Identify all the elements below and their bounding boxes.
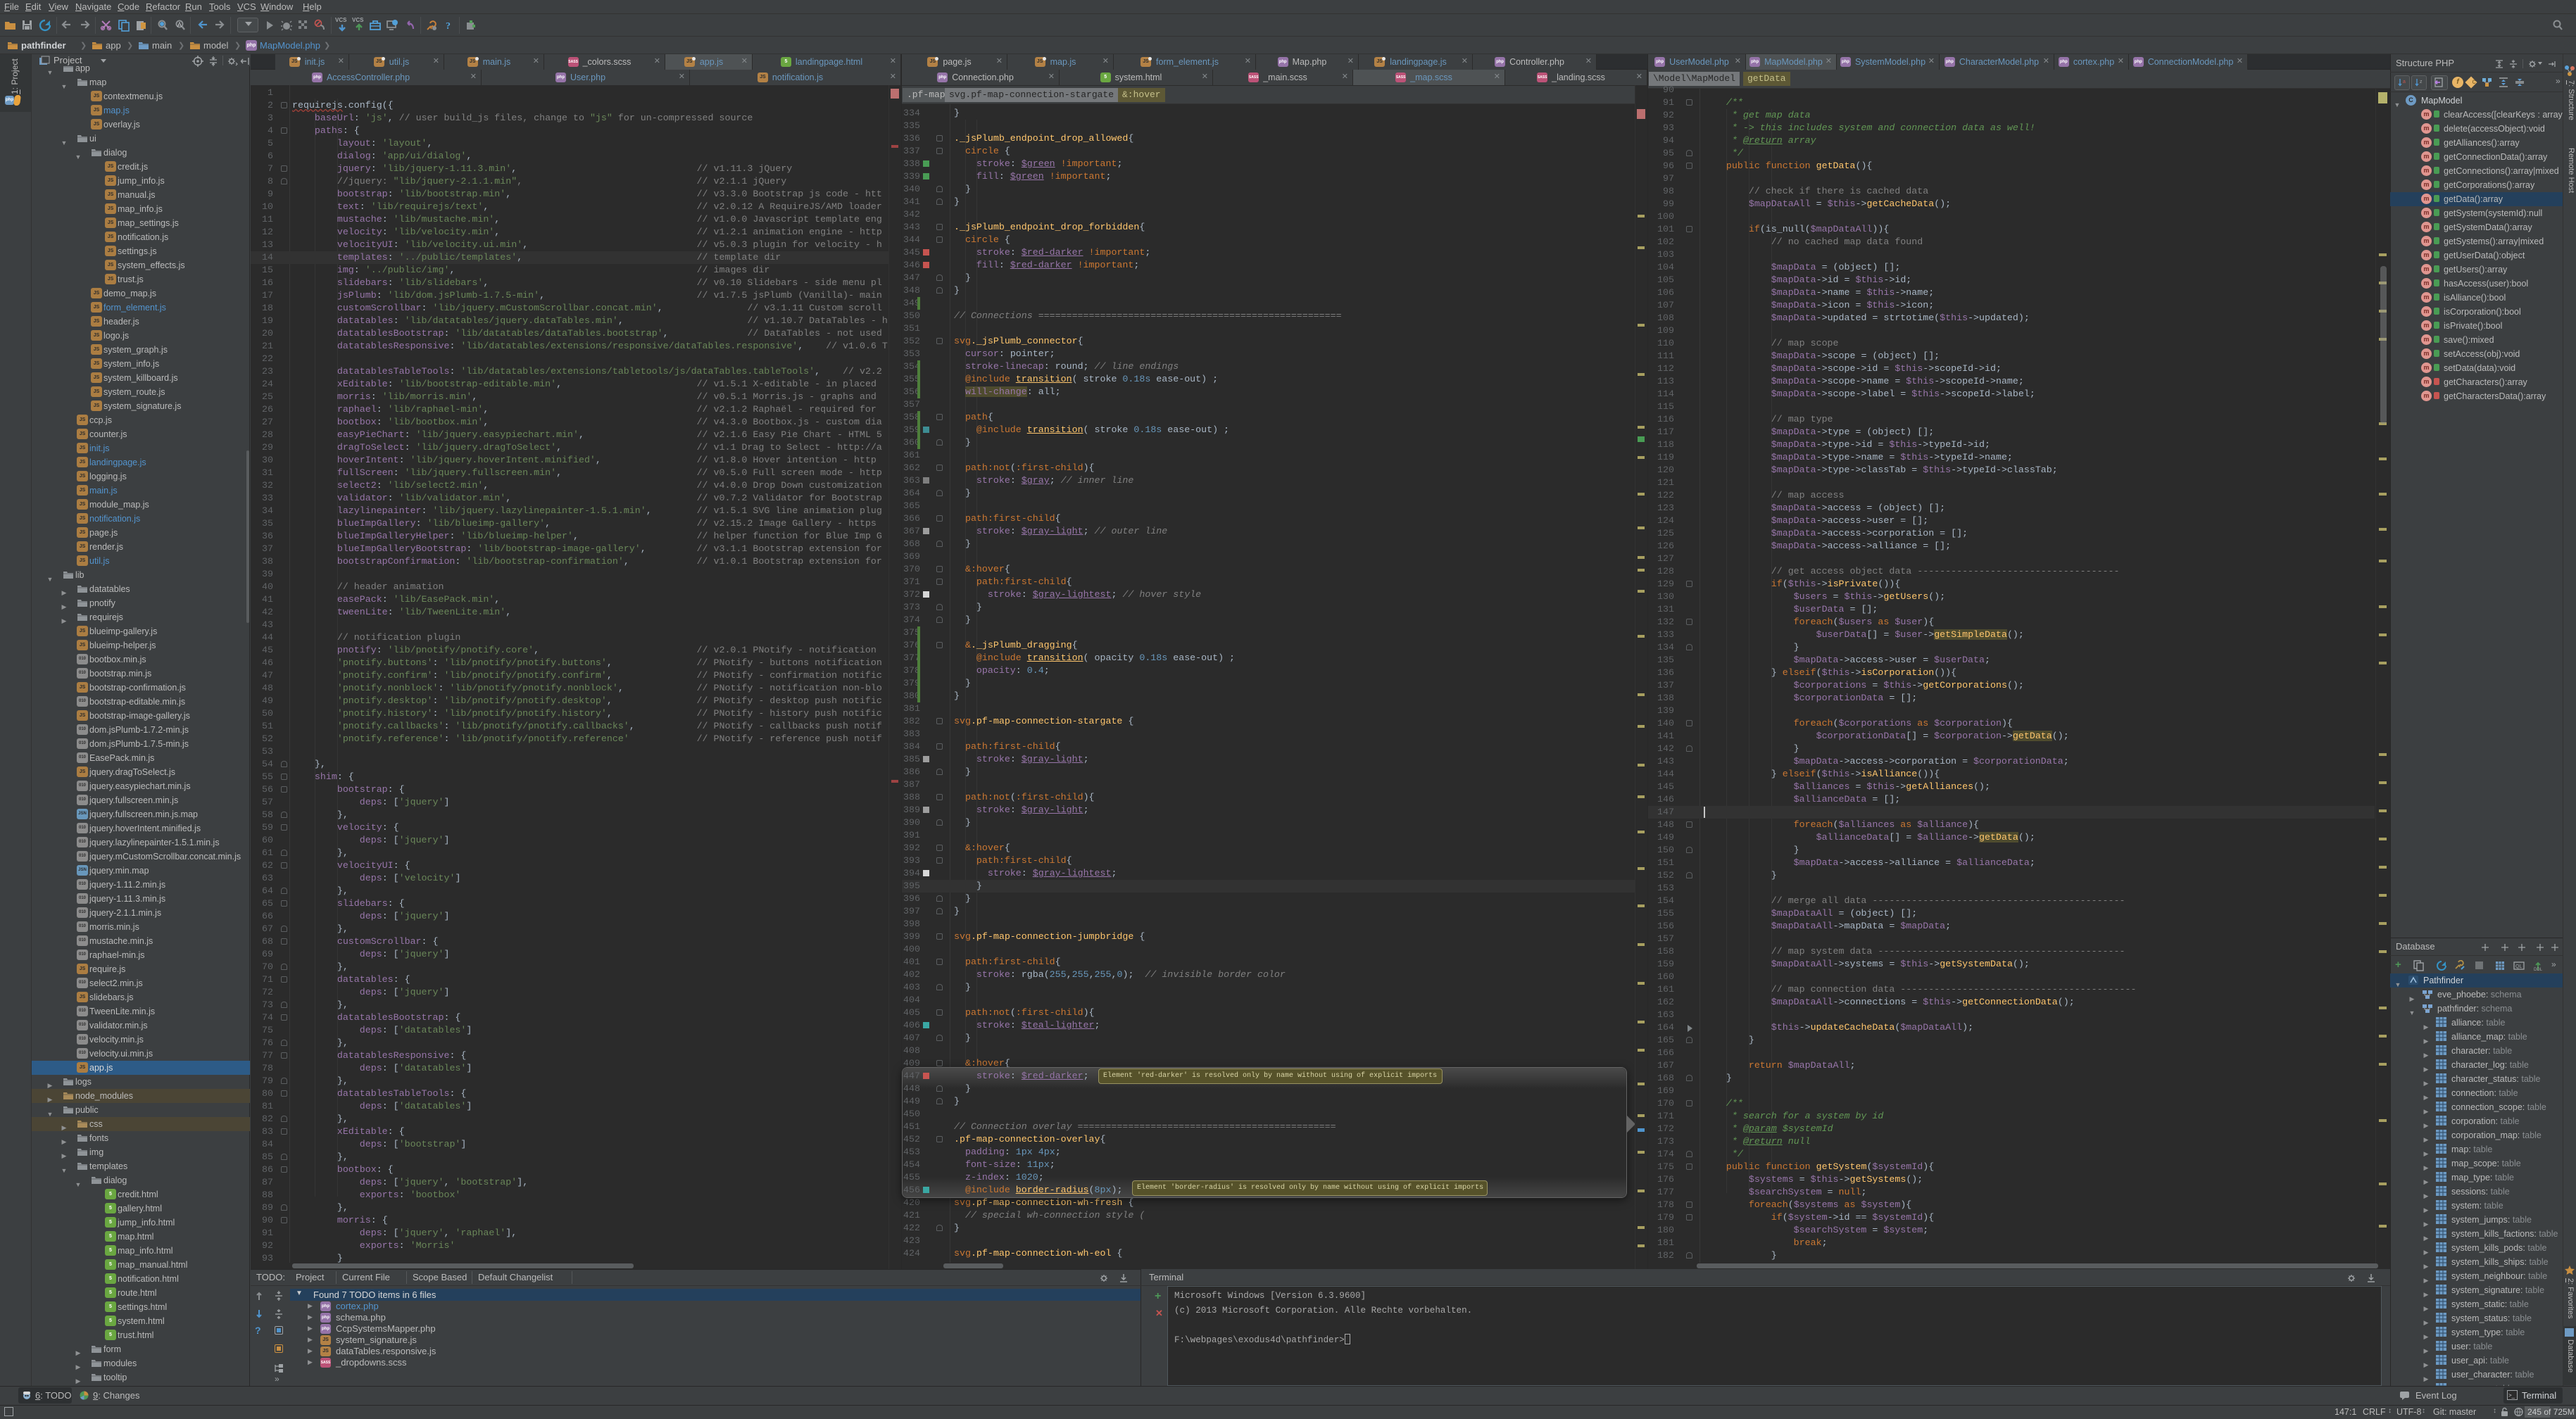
svg-text:a: a: [2403, 80, 2406, 84]
svg-text:?: ?: [446, 21, 451, 32]
svg-text:DDL: DDL: [2534, 968, 2543, 971]
svg-text:A: A: [177, 21, 182, 28]
svg-text:z: z: [2420, 80, 2423, 84]
svg-text:QL: QL: [2515, 964, 2522, 969]
